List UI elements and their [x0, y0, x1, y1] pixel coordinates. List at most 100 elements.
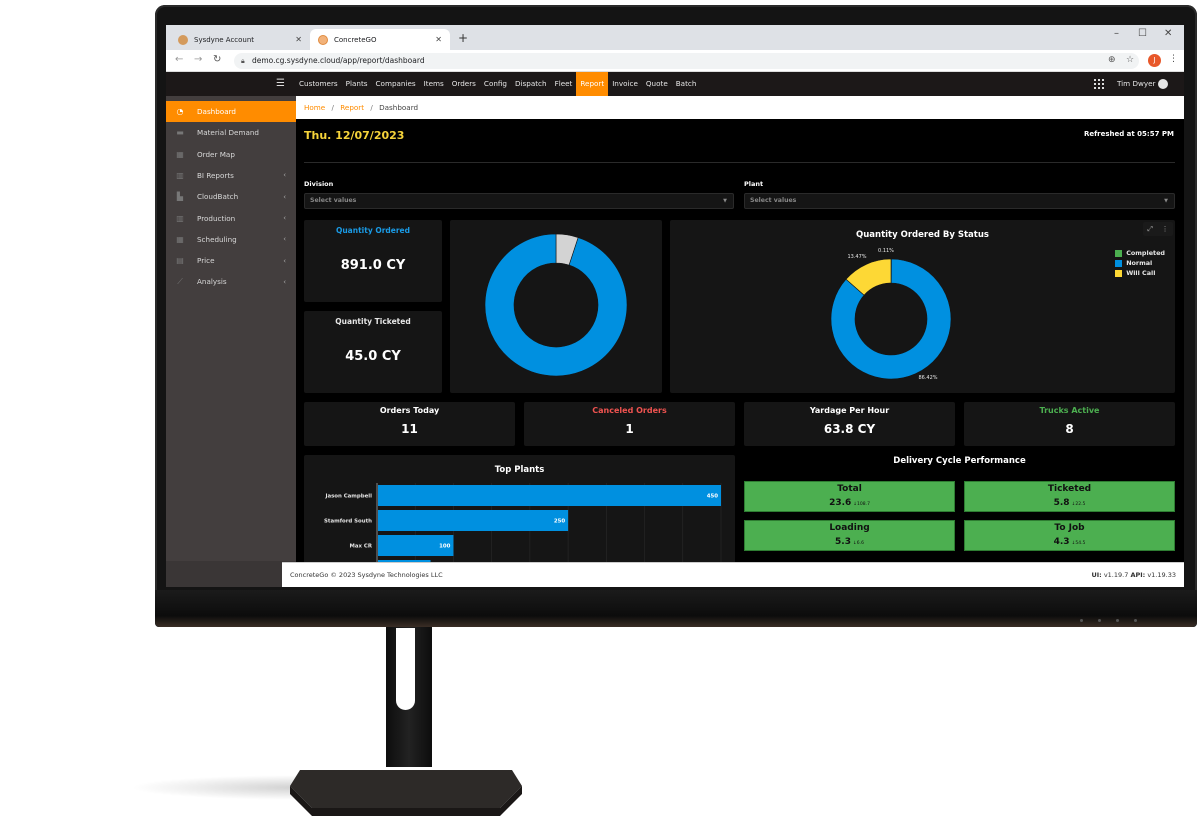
stat-card-trucks-active: Trucks Active 8	[964, 402, 1175, 446]
legend-item-will-call[interactable]: Will Call	[1115, 268, 1165, 278]
chevron-left-icon: ‹	[283, 192, 286, 201]
bookmark-star-icon[interactable]: ☆	[1126, 55, 1134, 65]
donut-data-label: 0.11%	[878, 248, 894, 254]
monitor-button[interactable]	[1080, 619, 1083, 622]
cycle-tile-value: 4.3	[1053, 537, 1070, 547]
menu-item-batch[interactable]: Batch	[672, 72, 701, 96]
category-label: Jason Campbell	[324, 494, 372, 500]
menu-item-items[interactable]: Items	[420, 72, 448, 96]
monitor-button[interactable]	[1134, 619, 1137, 622]
user-name[interactable]: Tim Dwyer	[1117, 72, 1156, 96]
cycle-tile-title: To Job	[1054, 523, 1085, 533]
reload-icon[interactable]: ↻	[213, 54, 221, 65]
stand-shadow	[130, 775, 300, 800]
browser-tab-concretego[interactable]: ConcreteGO ✕	[310, 29, 450, 50]
minimize-window-icon[interactable]: –	[1114, 28, 1119, 39]
stat-value: 63.8 CY	[823, 422, 876, 436]
url-input[interactable]: 🔒︎ demo.cg.sysdyne.cloud/app/report/dash…	[234, 53, 1139, 69]
bar[interactable]	[378, 510, 569, 531]
browser-address-bar: ← → ↻ 🔒︎ demo.cg.sysdyne.cloud/app/repor…	[166, 50, 1184, 72]
breadcrumb-report[interactable]: Report	[340, 103, 364, 112]
sidebar-item-scheduling[interactable]: ▦ Scheduling ‹	[166, 229, 296, 250]
close-window-icon[interactable]: ✕	[1164, 28, 1172, 39]
sidebar-item-label: Production	[197, 213, 236, 223]
cycle-tile-value: 23.6	[829, 498, 852, 508]
forward-icon[interactable]: →	[194, 54, 202, 65]
menu-item-dispatch[interactable]: Dispatch	[511, 72, 551, 96]
legend-label: Normal	[1126, 259, 1153, 267]
sidebar-item-order-map[interactable]: ▦ Order Map	[166, 144, 296, 165]
breadcrumb-home[interactable]: Home	[304, 103, 325, 112]
legend-item-completed[interactable]: Completed	[1115, 248, 1165, 258]
sidebar-collapse-button[interactable]: ‹	[166, 561, 296, 587]
breadcrumb-current: Dashboard	[379, 103, 419, 112]
close-tab-icon[interactable]: ✕	[435, 35, 442, 44]
back-icon[interactable]: ←	[175, 54, 183, 65]
plant-select[interactable]: Select values ▼	[744, 193, 1175, 209]
delivery-cycle-title: Delivery Cycle Performance	[893, 456, 1026, 466]
close-tab-icon[interactable]: ✕	[295, 35, 302, 44]
menu-item-fleet[interactable]: Fleet	[551, 72, 577, 96]
breadcrumb: Home / Report / Dashboard	[296, 96, 1184, 119]
sidebar-item-production[interactable]: ▥ Production ‹	[166, 208, 296, 229]
chevron-left-icon: ‹	[283, 214, 286, 222]
copyright: ConcreteGo © 2023 Sysdyne Technologies L…	[290, 571, 443, 579]
sidebar-item-price[interactable]: ▤ Price ‹	[166, 250, 296, 271]
sidebar-item-label: Order Map	[197, 149, 235, 159]
gauge-icon: ◔	[176, 107, 184, 116]
monitor-button[interactable]	[1098, 619, 1101, 622]
cycle-tile-value-row: 4.3 ↓54.5	[965, 537, 1174, 547]
legend-item-normal[interactable]: Normal	[1115, 258, 1165, 268]
url-text: demo.cg.sysdyne.cloud/app/report/dashboa…	[252, 56, 425, 65]
new-tab-button[interactable]: +	[458, 31, 468, 45]
sidebar-item-material-demand[interactable]: ▬ Material Demand	[166, 122, 296, 143]
profile-avatar[interactable]: J	[1148, 54, 1161, 67]
menu-item-plants[interactable]: Plants	[342, 72, 372, 96]
bar-value-label: 100	[439, 544, 451, 550]
division-select[interactable]: Select values ▼	[304, 193, 734, 209]
maximize-window-icon[interactable]: ☐	[1138, 28, 1147, 39]
menu-item-quote[interactable]: Quote	[642, 72, 672, 96]
donut-slice-remaining[interactable]	[484, 233, 628, 377]
factory-icon: ▙	[176, 192, 184, 202]
user-account-icon[interactable]	[1158, 79, 1168, 89]
sysdyne-favicon-icon	[178, 34, 188, 45]
lock-icon: 🔒︎	[241, 57, 245, 65]
menu-item-invoice[interactable]: Invoice	[608, 72, 642, 96]
plant-placeholder: Select values	[750, 197, 797, 204]
menu-item-report[interactable]: Report	[576, 72, 609, 96]
sidebar: ⟋ Analysis ‹ ▤ Price ‹ ▦ Scheduling ‹ ▥ Production…	[166, 96, 296, 587]
monitor-button[interactable]	[1116, 619, 1119, 622]
toolbox-icon: ▬	[176, 128, 184, 138]
hamburger-menu-icon[interactable]: ☰	[276, 78, 285, 89]
calendar-icon: ▦	[176, 234, 184, 244]
quantity-ordered-value: 891.0 CY	[340, 258, 406, 273]
menu-item-orders[interactable]: Orders	[448, 72, 480, 96]
monitor-stand-cable-slot	[396, 628, 415, 710]
quantity-ticketed-value: 45.0 CY	[345, 349, 401, 364]
browser-tab-bar: Sysdyne Account ✕ ConcreteGO ✕ + – ☐ ✕	[166, 25, 1184, 50]
cycle-tile-value: 5.8	[1053, 498, 1070, 508]
install-app-icon[interactable]: ⊕	[1108, 55, 1116, 65]
bar[interactable]	[378, 485, 721, 506]
cycle-tile-title: Loading	[829, 523, 870, 533]
chevron-left-icon: ‹	[283, 235, 286, 244]
api-version-label: API:	[1130, 571, 1146, 579]
browser-menu-icon[interactable]: ⋮	[1169, 54, 1178, 64]
sidebar-item-dashboard[interactable]: ◔ Dashboard	[166, 101, 296, 122]
stat-value: 1	[625, 422, 634, 436]
sidebar-item-cloudbatch[interactable]: ▙ CloudBatch ‹	[166, 186, 296, 207]
stat-title: Trucks Active	[1039, 406, 1100, 415]
cycle-tile-title: Ticketed	[1047, 484, 1092, 494]
sidebar-item-analysis[interactable]: ⟋ Analysis ‹	[166, 271, 296, 292]
app-footer: ConcreteGo © 2023 Sysdyne Technologies L…	[282, 562, 1184, 587]
menu-item-customers[interactable]: Customers	[295, 72, 342, 96]
menu-item-config[interactable]: Config	[480, 72, 511, 96]
browser-tab-sysdyne-account[interactable]: Sysdyne Account ✕	[170, 29, 310, 50]
top-plants-bar-chart: Jason Campbell 450 Stamford South 250 Max CR…	[324, 483, 722, 565]
menu-item-companies[interactable]: Companies	[372, 72, 420, 96]
apps-grid-icon[interactable]	[1094, 79, 1104, 89]
legend-swatch	[1115, 249, 1123, 257]
sidebar-item-bi-reports[interactable]: ▥ BI Reports ‹	[166, 165, 296, 186]
stat-value: 8	[1065, 422, 1074, 436]
